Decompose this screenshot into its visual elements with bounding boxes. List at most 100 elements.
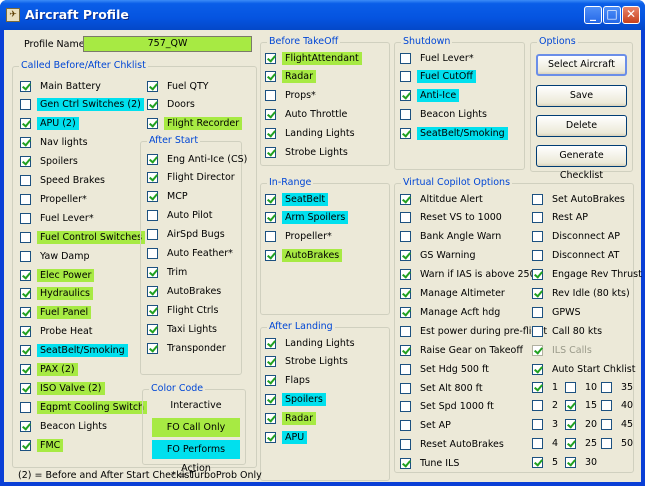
checkbox-box[interactable] [532, 400, 543, 412]
checkmark-icon[interactable] [532, 381, 543, 393]
checkmark-icon[interactable] [265, 212, 276, 224]
checkmark-icon[interactable] [265, 375, 276, 387]
checkbox-taxi-lights[interactable]: Taxi Lights [147, 321, 220, 337]
checkmark-icon[interactable] [265, 109, 276, 121]
checkbox-main-battery[interactable]: Main Battery [20, 78, 104, 94]
checkbox-box[interactable] [601, 438, 612, 450]
checkmark-icon[interactable] [532, 344, 543, 356]
checkmark-icon[interactable] [400, 250, 411, 262]
checkmark-icon[interactable] [265, 147, 276, 158]
checkbox-speed-brakes[interactable]: Speed Brakes [20, 173, 108, 189]
checkmark-icon[interactable] [20, 307, 31, 319]
auto-start-4-checkbox[interactable]: 4 [532, 436, 561, 452]
checkbox-box[interactable] [532, 306, 543, 318]
checkbox-probe-heat[interactable]: Probe Heat [20, 324, 96, 340]
checkbox-fmc[interactable]: FMC [20, 437, 64, 453]
checkmark-icon[interactable] [400, 458, 411, 470]
checkbox-box[interactable] [20, 193, 31, 205]
checkmark-icon[interactable] [265, 413, 276, 425]
checkbox-nav-lights[interactable]: Nav lights [20, 135, 91, 151]
auto-start-45-checkbox[interactable]: 45 [601, 417, 636, 433]
checkmark-icon[interactable] [265, 394, 276, 406]
checkbox-eng-anti-ice-cs[interactable]: Eng Anti-Ice (CS) [147, 151, 250, 167]
checkbox-box[interactable] [400, 439, 411, 451]
close-button[interactable]: ✕ [622, 6, 640, 24]
checkbox-fuel-lever[interactable]: Fuel Lever* [400, 50, 477, 66]
checkmark-icon[interactable] [400, 128, 411, 140]
checkbox-bank-angle-warn[interactable]: Bank Angle Warn [400, 229, 504, 245]
checkbox-fuel-panel[interactable]: Fuel Panel [20, 305, 92, 321]
checkbox-box[interactable] [532, 438, 543, 450]
auto-start-50-checkbox[interactable]: 50 [601, 436, 636, 452]
checkbox-box[interactable] [20, 99, 31, 111]
maximize-button[interactable]: □ [603, 6, 621, 24]
auto-start-15-checkbox[interactable]: 15 [565, 398, 600, 414]
checkbox-box[interactable] [532, 193, 543, 205]
checkmark-icon[interactable] [565, 457, 576, 469]
checkbox-box[interactable] [601, 419, 612, 431]
checkmark-icon[interactable] [265, 432, 276, 443]
checkbox-box[interactable] [147, 248, 158, 259]
checkbox-box[interactable] [400, 382, 411, 394]
checkmark-icon[interactable] [565, 400, 576, 412]
checkbox-manage-acft-hdg[interactable]: Manage Acft hdg [400, 304, 503, 320]
checkbox-flight-director[interactable]: Flight Director [147, 170, 238, 186]
checkbox-landing-lights[interactable]: Landing Lights [265, 126, 358, 142]
checkbox-disconnect-ap[interactable]: Disconnect AP [532, 229, 623, 245]
checkbox-propeller[interactable]: Propeller* [265, 229, 335, 245]
checkbox-beacon-lights[interactable]: Beacon Lights [20, 418, 110, 434]
checkbox-disconnect-at[interactable]: Disconnect AT [532, 248, 622, 264]
checkmark-icon[interactable] [400, 288, 411, 299]
checkmark-icon[interactable] [147, 118, 158, 130]
checkbox-box[interactable] [20, 175, 31, 186]
title-bar[interactable]: ✈ Aircraft Profile _ □ ✕ [0, 0, 645, 30]
checkbox-trim[interactable]: Trim [147, 264, 190, 280]
checkmark-icon[interactable] [20, 439, 31, 451]
checkmark-icon[interactable] [265, 52, 276, 64]
checkmark-icon[interactable] [565, 438, 576, 450]
checkbox-box[interactable] [20, 231, 31, 243]
checkbox-ils-calls[interactable]: ILS Calls [532, 342, 595, 358]
checkbox-spoilers[interactable]: Spoilers [265, 392, 326, 408]
checkbox-box[interactable] [400, 420, 411, 432]
checkbox-propeller[interactable]: Propeller* [20, 191, 90, 207]
checkbox-arm-spoilers[interactable]: Arm Spoilers [265, 210, 349, 226]
checkmark-icon[interactable] [565, 419, 576, 431]
checkmark-icon[interactable] [400, 306, 411, 318]
checkbox-autobrakes[interactable]: AutoBrakes [265, 248, 343, 264]
checkbox-airspd-bugs[interactable]: AirSpd Bugs [147, 227, 228, 243]
checkmark-icon[interactable] [20, 326, 31, 338]
checkbox-box[interactable] [532, 419, 543, 431]
profile-name-field[interactable]: 757_QW [83, 36, 252, 52]
checkbox-raise-gear-on-takeoff[interactable]: Raise Gear on Takeoff [400, 342, 526, 358]
checkbox-box[interactable] [532, 250, 543, 262]
checkbox-box[interactable] [20, 250, 31, 262]
checkmark-icon[interactable] [147, 172, 158, 184]
checkbox-doors[interactable]: Doors [147, 97, 198, 113]
checkmark-icon[interactable] [532, 457, 543, 469]
checkbox-box[interactable] [400, 109, 411, 121]
checkmark-icon[interactable] [20, 137, 31, 149]
checkmark-icon[interactable] [265, 250, 276, 262]
auto-start-30-checkbox[interactable]: 30 [565, 455, 600, 471]
checkbox-strobe-lights[interactable]: Strobe Lights [265, 145, 351, 161]
select-aircraft-button[interactable]: Select Aircraft [536, 54, 627, 76]
auto-start-40-checkbox[interactable]: 40 [601, 398, 636, 414]
checkmark-icon[interactable] [147, 191, 158, 203]
checkbox-box[interactable] [400, 52, 411, 64]
checkbox-apu-2[interactable]: APU (2) [20, 116, 79, 132]
checkbox-fuel-lever[interactable]: Fuel Lever* [20, 210, 97, 226]
checkmark-icon[interactable] [20, 382, 31, 394]
checkbox-box[interactable] [400, 71, 411, 83]
checkmark-icon[interactable] [147, 285, 158, 297]
checkbox-eqpmt-cooling-switch[interactable]: Eqpmt Cooling Switch [20, 399, 148, 415]
auto-start-5-checkbox[interactable]: 5 [532, 455, 561, 471]
checkbox-anti-ice[interactable]: Anti-Ice [400, 88, 460, 104]
checkbox-radar[interactable]: Radar [265, 411, 316, 427]
checkbox-iso-valve-2[interactable]: ISO Valve (2) [20, 380, 105, 396]
checkbox-box[interactable] [400, 231, 411, 243]
checkbox-elec-power[interactable]: Elec Power [20, 267, 95, 283]
checkmark-icon[interactable] [20, 118, 31, 130]
checkmark-icon[interactable] [532, 363, 543, 375]
checkbox-warn-if-ias-is-above-250[interactable]: Warn if IAS is above 250 [400, 267, 539, 283]
